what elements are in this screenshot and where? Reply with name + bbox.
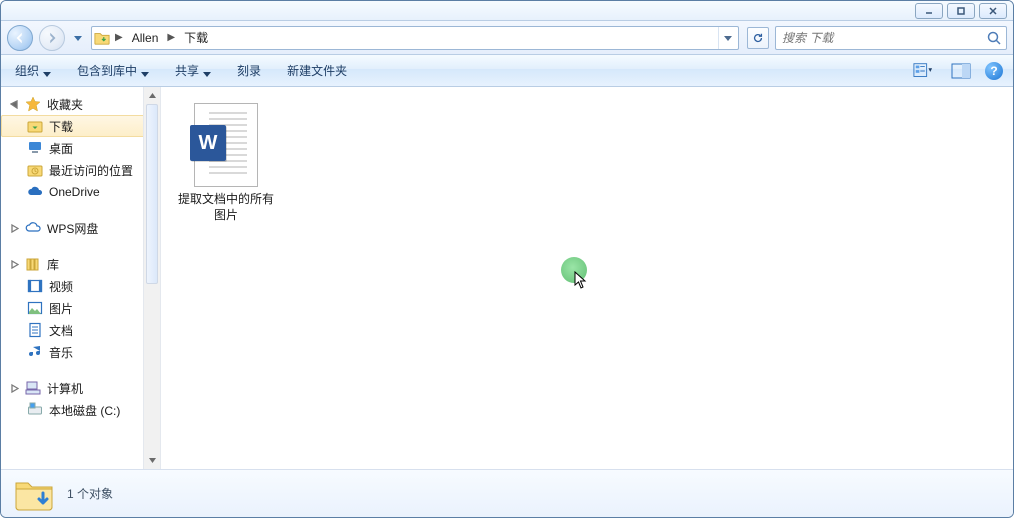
burn-button[interactable]: 刻录 xyxy=(233,60,265,81)
wps-icon xyxy=(25,220,41,236)
click-highlight xyxy=(561,257,587,283)
chevron-down-icon xyxy=(43,67,51,75)
sidebar-item-videos[interactable]: 视频 xyxy=(1,275,160,297)
pictures-icon xyxy=(27,300,43,316)
titlebar xyxy=(1,1,1013,21)
explorer-window: ▶ Allen ▶ 下载 组织 包含到库中 共享 刻录 xyxy=(0,0,1014,518)
sidebar-item-wps[interactable]: WPS网盘 xyxy=(1,217,160,239)
word-badge: W xyxy=(190,125,226,161)
file-list-pane[interactable]: W 提取文档中的所有图片 xyxy=(161,87,1013,469)
window-controls xyxy=(915,3,1007,19)
folder-large-icon xyxy=(13,475,55,513)
chevron-down-icon xyxy=(141,67,149,75)
search-box[interactable] xyxy=(775,26,1007,50)
sidebar-label: 收藏夹 xyxy=(47,96,83,113)
history-dropdown[interactable] xyxy=(71,25,85,51)
navigation-pane[interactable]: 收藏夹 下载 桌面 最近访问的位置 OneDrive xyxy=(1,87,161,469)
organize-label: 组织 xyxy=(15,62,39,79)
sidebar-label: 下载 xyxy=(49,118,73,135)
scroll-down-button[interactable] xyxy=(144,452,160,469)
folder-icon xyxy=(94,30,110,46)
sidebar-item-libraries[interactable]: 库 xyxy=(1,253,160,275)
sidebar-item-computer[interactable]: 计算机 xyxy=(1,377,160,399)
new-folder-label: 新建文件夹 xyxy=(287,62,347,79)
sidebar-label: 本地磁盘 (C:) xyxy=(49,402,120,419)
downloads-icon xyxy=(27,118,43,134)
sidebar-item-desktop[interactable]: 桌面 xyxy=(1,137,160,159)
breadcrumb-seg-2[interactable]: 下载 xyxy=(180,29,212,46)
include-in-library-button[interactable]: 包含到库中 xyxy=(73,60,153,81)
recent-icon xyxy=(27,162,43,178)
toolbar-right: ? xyxy=(909,60,1003,82)
expand-icon[interactable] xyxy=(9,384,19,393)
search-icon xyxy=(986,30,1002,46)
include-label: 包含到库中 xyxy=(77,62,137,79)
expand-icon[interactable] xyxy=(9,224,19,233)
desktop-icon xyxy=(27,140,43,156)
breadcrumb-seg-1[interactable]: Allen xyxy=(128,31,163,45)
organize-button[interactable]: 组织 xyxy=(11,60,55,81)
change-view-button[interactable] xyxy=(909,60,937,82)
burn-label: 刻录 xyxy=(237,62,261,79)
sidebar-item-recent[interactable]: 最近访问的位置 xyxy=(1,159,160,181)
navigation-bar: ▶ Allen ▶ 下载 xyxy=(1,21,1013,55)
videos-icon xyxy=(27,278,43,294)
sidebar-item-music[interactable]: 音乐 xyxy=(1,341,160,363)
refresh-button[interactable] xyxy=(747,27,769,49)
file-item[interactable]: W 提取文档中的所有图片 xyxy=(171,97,281,229)
address-dropdown[interactable] xyxy=(718,27,736,49)
expand-icon[interactable] xyxy=(9,260,19,269)
computer-icon xyxy=(25,380,41,396)
sidebar-scrollbar[interactable] xyxy=(143,87,160,469)
sidebar-label: WPS网盘 xyxy=(47,220,98,237)
sidebar-item-favorites[interactable]: 收藏夹 xyxy=(1,93,160,115)
word-document-icon: W xyxy=(190,103,262,187)
sidebar-item-downloads[interactable]: 下载 xyxy=(1,115,160,137)
sidebar-item-pictures[interactable]: 图片 xyxy=(1,297,160,319)
help-button[interactable]: ? xyxy=(985,62,1003,80)
libraries-icon xyxy=(25,256,41,272)
drive-icon xyxy=(27,402,43,418)
file-name: 提取文档中的所有图片 xyxy=(177,191,275,223)
back-button[interactable] xyxy=(7,25,33,51)
sidebar-item-cdrive[interactable]: 本地磁盘 (C:) xyxy=(1,399,160,421)
sidebar-item-documents[interactable]: 文档 xyxy=(1,319,160,341)
share-button[interactable]: 共享 xyxy=(171,60,215,81)
chevron-right-icon[interactable]: ▶ xyxy=(166,32,176,43)
collapse-icon[interactable] xyxy=(9,100,19,109)
sidebar-label: OneDrive xyxy=(49,185,100,199)
star-icon xyxy=(25,96,41,112)
scroll-thumb[interactable] xyxy=(146,104,158,284)
onedrive-icon xyxy=(27,184,43,200)
scroll-up-button[interactable] xyxy=(144,87,160,104)
maximize-button[interactable] xyxy=(947,3,975,19)
preview-pane-button[interactable] xyxy=(947,60,975,82)
sidebar-label: 音乐 xyxy=(49,344,73,361)
status-bar: 1 个对象 xyxy=(1,469,1013,517)
sidebar-item-onedrive[interactable]: OneDrive xyxy=(1,181,160,203)
new-folder-button[interactable]: 新建文件夹 xyxy=(283,60,351,81)
documents-icon xyxy=(27,322,43,338)
sidebar-label: 视频 xyxy=(49,278,73,295)
search-input[interactable] xyxy=(780,30,986,46)
sidebar-label: 桌面 xyxy=(49,140,73,157)
status-text: 1 个对象 xyxy=(67,485,113,502)
share-label: 共享 xyxy=(175,62,199,79)
sidebar-label: 最近访问的位置 xyxy=(49,162,133,179)
command-bar: 组织 包含到库中 共享 刻录 新建文件夹 ? xyxy=(1,55,1013,87)
sidebar-label: 库 xyxy=(47,256,59,273)
music-icon xyxy=(27,344,43,360)
sidebar-label: 图片 xyxy=(49,300,73,317)
chevron-right-icon[interactable]: ▶ xyxy=(114,32,124,43)
chevron-down-icon xyxy=(203,67,211,75)
sidebar-label: 文档 xyxy=(49,322,73,339)
address-bar[interactable]: ▶ Allen ▶ 下载 xyxy=(91,26,739,50)
forward-button[interactable] xyxy=(39,25,65,51)
close-button[interactable] xyxy=(979,3,1007,19)
explorer-body: 收藏夹 下载 桌面 最近访问的位置 OneDrive xyxy=(1,87,1013,469)
minimize-button[interactable] xyxy=(915,3,943,19)
sidebar-label: 计算机 xyxy=(47,380,83,397)
